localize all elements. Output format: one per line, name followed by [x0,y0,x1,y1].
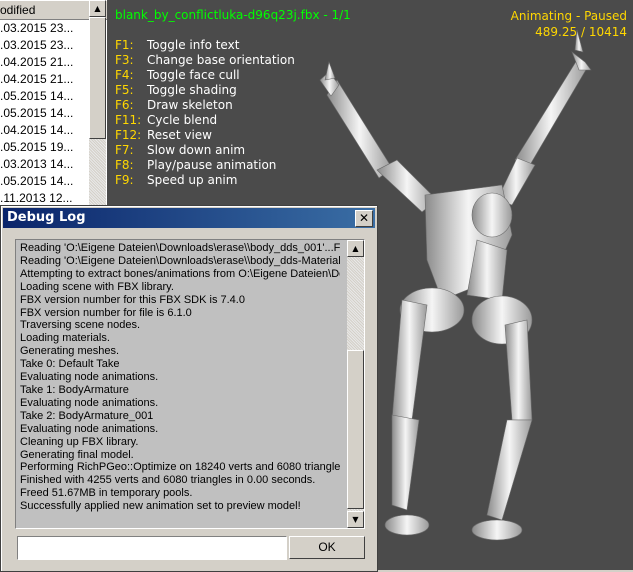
file-list-scrollbar[interactable]: ▲ [89,0,106,210]
help-key: F7: [115,143,134,157]
log-line: Successfully applied new animation set t… [20,500,301,513]
help-line: F12: Reset view [115,128,295,143]
log-scroll-down-button[interactable]: ▼ [347,511,364,528]
log-line: Finished with 4255 verts and 6080 triang… [20,474,316,487]
help-text: Draw skeleton [147,98,233,112]
frame-counter: 489.25 / 10414 [535,25,627,39]
help-key: F4: [115,68,134,82]
help-key: F5: [115,83,134,97]
help-line: F4: Toggle face cull [115,68,295,83]
help-line: F6: Draw skeleton [115,98,295,113]
help-line: F8: Play/pause animation [115,158,295,173]
help-line: F11: Cycle blend [115,113,295,128]
scroll-up-button[interactable]: ▲ [89,0,106,17]
help-text: Toggle info text [147,38,240,52]
debug-log-dialog: Debug Log ✕ Reading 'O:\Eigene Dateien\D… [0,205,378,572]
help-text: Reset view [147,128,212,142]
log-content: Reading 'O:\Eigene Dateien\Downloads\era… [20,242,340,526]
dialog-titlebar[interactable]: Debug Log ✕ [3,208,375,228]
log-line: Generating final model. [20,448,134,461]
file-list[interactable]: odified .03.2015 23... .03.2015 23... .04.… [0,0,108,210]
help-key: F9: [115,173,134,187]
keyboard-help: F1: Toggle info text F3: Change base orient… [115,38,295,188]
scroll-thumb[interactable] [89,17,106,139]
help-line: F3: Change base orientation [115,53,295,68]
log-line: Take 0: Default Take [20,358,120,371]
command-input[interactable] [17,536,287,560]
log-scroll-up-button[interactable]: ▲ [347,240,364,257]
log-scrollbar[interactable]: ▲ ▼ [347,240,364,528]
log-line: FBX version number for this FBX SDK is 7… [20,293,245,306]
log-scroll-thumb[interactable] [347,350,364,509]
help-text: Toggle face cull [147,68,240,82]
log-line: Evaluating node animations. [20,396,159,409]
help-text: Slow down anim [147,143,246,157]
help-text: Change base orientation [147,53,295,67]
help-text: Speed up anim [147,173,238,187]
help-key: F12: [115,128,142,142]
help-key: F6: [115,98,134,112]
dialog-title: Debug Log [7,210,86,225]
help-line: F1: Toggle info text [115,38,295,53]
log-line: Freed 51.67MB in temporary pools. [20,487,193,500]
log-line: Evaluating node animations. [20,371,159,384]
help-key: F3: [115,53,134,67]
animation-state: Animating - Paused [510,9,627,23]
animation-status: Animating - Paused 489.25 / 10414 [511,8,627,40]
close-icon[interactable]: ✕ [355,210,373,227]
log-line: Attempting to extract bones/animations f… [20,267,340,280]
log-line: Performing RichPGeo::Optimize on 18240 v… [20,461,340,474]
log-line: Reading 'O:\Eigene Dateien\Downloads\era… [20,254,340,267]
log-line: Take 1: BodyArmature [20,383,129,396]
log-line: FBX version number for file is 6.1.0 [20,306,192,319]
help-text: Toggle shading [147,83,237,97]
log-line: Loading scene with FBX library. [20,280,174,293]
log-line: Take 2: BodyArmature_001 [20,409,154,422]
log-line: Traversing scene nodes. [20,319,141,332]
help-key: F8: [115,158,134,172]
help-text: Cycle blend [147,113,218,127]
log-line: Reading 'O:\Eigene Dateien\Downloads\era… [20,242,340,254]
log-line: Loading materials. [20,332,110,345]
log-line: Evaluating node animations. [20,422,159,435]
log-line: Generating meshes. [20,345,120,358]
help-key: F11: [115,113,142,127]
help-text: Play/pause animation [147,158,277,172]
log-textarea[interactable]: Reading 'O:\Eigene Dateien\Downloads\era… [15,239,365,529]
help-line: F5: Toggle shading [115,83,295,98]
help-line: F9: Speed up anim [115,173,295,188]
help-key: F1: [115,38,134,52]
viewport-file-title: blank_by_conflictluka-d96q23j.fbx - 1/1 [115,8,351,22]
help-line: F7: Slow down anim [115,143,295,158]
log-line: Cleaning up FBX library. [20,435,139,448]
ok-button[interactable]: OK [289,536,365,559]
